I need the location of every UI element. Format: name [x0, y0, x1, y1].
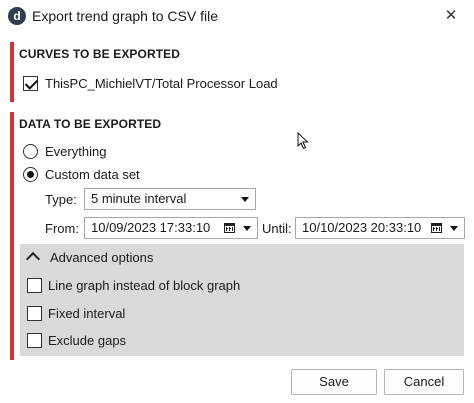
- curve-label: ThisPC_MichielVT/Total Processor Load: [45, 76, 278, 91]
- everything-label: Everything: [45, 144, 107, 159]
- advanced-options-toggle[interactable]: Advanced options: [20, 244, 464, 270]
- chevron-down-icon: [241, 197, 249, 202]
- everything-radio[interactable]: [23, 144, 38, 159]
- cancel-button[interactable]: Cancel: [384, 369, 464, 395]
- chevron-down-icon[interactable]: [243, 226, 251, 231]
- advanced-options-label: Advanced options: [50, 250, 154, 265]
- from-label: From:: [45, 221, 79, 236]
- app-logo-icon: d: [8, 7, 26, 25]
- chevron-down-icon[interactable]: [450, 226, 458, 231]
- data-section-heading: DATA TO BE EXPORTED: [19, 117, 162, 131]
- custom-data-set-label: Custom data set: [45, 167, 140, 182]
- from-value: 10/09/2023 17:33:10: [91, 220, 211, 235]
- fixed-interval-checkbox[interactable]: [27, 306, 42, 321]
- curves-section-heading: CURVES TO BE EXPORTED: [19, 47, 181, 61]
- from-datetime-input[interactable]: 10/09/2023 17:33:10: [84, 217, 258, 239]
- calendar-icon[interactable]: [224, 223, 235, 233]
- until-label: Until:: [262, 221, 292, 236]
- fixed-interval-label: Fixed interval: [48, 306, 126, 321]
- type-value: 5 minute interval: [91, 191, 187, 206]
- type-label: Type:: [45, 192, 77, 207]
- curve-checkbox[interactable]: [23, 76, 38, 91]
- mouse-pointer-icon: [297, 132, 309, 150]
- close-icon: ✕: [444, 7, 458, 24]
- line-graph-label: Line graph instead of block graph: [48, 278, 241, 293]
- calendar-icon[interactable]: [431, 223, 442, 233]
- type-dropdown[interactable]: 5 minute interval: [84, 188, 256, 210]
- window-title: Export trend graph to CSV file: [32, 8, 218, 24]
- until-value: 10/10/2023 20:33:10: [302, 220, 422, 235]
- exclude-gaps-checkbox[interactable]: [27, 333, 42, 348]
- close-button[interactable]: ✕: [438, 4, 464, 28]
- custom-data-set-radio[interactable]: [23, 167, 38, 182]
- curves-section: CURVES TO BE EXPORTED ThisPC_MichielVT/T…: [10, 42, 464, 102]
- line-graph-checkbox[interactable]: [27, 278, 42, 293]
- until-datetime-input[interactable]: 10/10/2023 20:33:10: [295, 217, 465, 239]
- exclude-gaps-label: Exclude gaps: [48, 333, 127, 348]
- title-bar: d Export trend graph to CSV file ✕: [0, 0, 474, 34]
- advanced-options-panel: Advanced options Line graph instead of b…: [20, 244, 464, 356]
- chevron-up-icon: [25, 251, 41, 267]
- save-button[interactable]: Save: [291, 369, 377, 395]
